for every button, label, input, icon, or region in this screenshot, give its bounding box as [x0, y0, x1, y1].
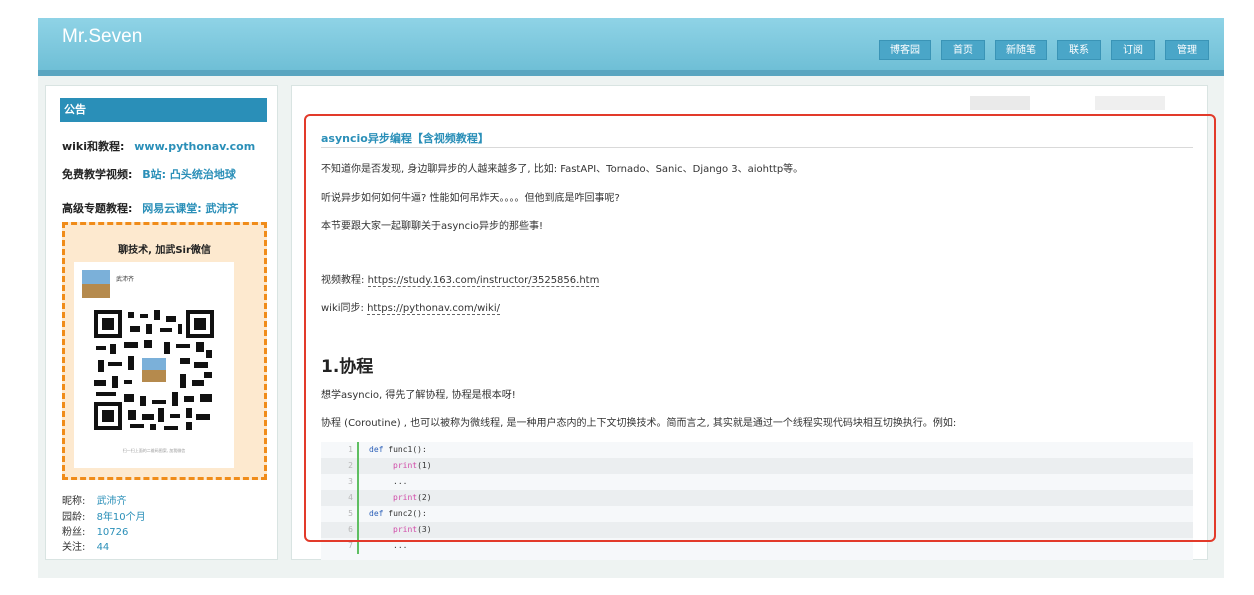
nav-new-post[interactable]: 新随笔 — [995, 40, 1047, 60]
wiki-sync-link[interactable]: https://pythonav.com/wiki/ — [367, 303, 500, 315]
line-number: 4 — [321, 490, 359, 506]
wiki-sync-label: wiki同步: — [321, 303, 368, 314]
blurred-region — [1095, 96, 1165, 110]
code-text: def func2(): — [369, 506, 427, 522]
nav-contact[interactable]: 联系 — [1057, 40, 1101, 60]
profile-value[interactable]: 10726 — [97, 527, 129, 538]
qr-footnote: 扫一扫上面的二维码图案, 加我微信 — [122, 448, 186, 453]
code-text: print(2) — [393, 490, 432, 506]
wechat-qr-panel: 聊技术, 加武Sir微信 武沛齐 扫一扫上面的二维码图案, 加我微信 — [62, 222, 267, 480]
code-text: ... — [393, 541, 408, 550]
nav-subscribe[interactable]: 订阅 — [1111, 40, 1155, 60]
code-builtin: print — [393, 493, 418, 502]
video-tutorial-link[interactable]: https://study.163.com/instructor/3525856… — [367, 275, 600, 287]
video-label: 免费教学视频: — [62, 168, 133, 181]
code-rest: func2(): — [383, 509, 427, 518]
page: Mr.Seven 博客园 首页 新随笔 联系 订阅 管理 公告 wiki和教程:… — [0, 0, 1254, 595]
code-text: print(3) — [393, 522, 432, 538]
wiki-sync-line: wiki同步: https://pythonav.com/wiki/ — [321, 299, 500, 315]
advanced-line: 高级专题教程: 网易云课堂: 武沛齐 — [62, 200, 238, 216]
nav-cnblogs[interactable]: 博客园 — [879, 40, 931, 60]
code-line: 4 print(2) — [321, 490, 1193, 506]
profile-label: 关注: — [62, 542, 86, 553]
code-line: 6 print(3) — [321, 522, 1193, 538]
line-number: 1 — [321, 442, 359, 458]
code-line: 3 ... — [321, 474, 1193, 490]
bilibili-link[interactable]: B站: 凸头统治地球 — [142, 168, 236, 181]
section-heading: 1.协程 — [321, 357, 374, 377]
video-line: 免费教学视频: B站: 凸头统治地球 — [62, 166, 236, 182]
code-line: 7 ... — [321, 538, 1193, 554]
code-keyword: def — [369, 509, 384, 518]
line-number: 7 — [321, 538, 359, 554]
code-text: def func1(): — [369, 442, 427, 458]
line-number: 6 — [321, 522, 359, 538]
qr-name: 武沛齐 — [116, 276, 135, 283]
profile-value[interactable]: 8年10个月 — [97, 512, 146, 523]
netease-link[interactable]: 网易云课堂: 武沛齐 — [142, 202, 238, 215]
code-rest: (2) — [417, 493, 432, 502]
line-number: 2 — [321, 458, 359, 474]
code-keyword: def — [369, 445, 384, 454]
profile-label: 昵称: — [62, 496, 86, 507]
qr-caption: 聊技术, 加武Sir微信 — [118, 245, 211, 256]
code-line: 2 print(1) — [321, 458, 1193, 474]
video-tutorial-line: 视频教程: https://study.163.com/instructor/3… — [321, 271, 600, 287]
profile-age: 园龄: 8年10个月 — [62, 508, 146, 523]
video-tutorial-label: 视频教程: — [321, 275, 368, 286]
profile-value[interactable]: 44 — [97, 542, 110, 553]
code-block: 1 def func1(): 2 print(1) 3 ... 4 print(… — [321, 442, 1193, 560]
paragraph: 不知道你是否发现, 身边聊异步的人越来越多了, 比如: FastAPI、Torn… — [321, 164, 804, 175]
announcement-heading: 公告 — [60, 98, 267, 122]
code-line: 1 def func1(): — [321, 442, 1193, 458]
wiki-link[interactable]: www.pythonav.com — [134, 140, 255, 153]
paragraph: 想学asyncio, 得先了解协程, 协程是根本呀! — [321, 390, 516, 401]
wiki-label: wiki和教程: — [62, 140, 125, 153]
profile-nickname: 昵称: 武沛齐 — [62, 492, 127, 507]
code-rest: (1) — [417, 461, 432, 470]
code-text: ... — [393, 477, 408, 486]
title-divider — [321, 147, 1193, 148]
line-number: 3 — [321, 474, 359, 490]
nav-home[interactable]: 首页 — [941, 40, 985, 60]
wiki-line: wiki和教程: www.pythonav.com — [62, 138, 255, 154]
paragraph: 协程 (Coroutine) , 也可以被称为微线程, 是一种用户态内的上下文切… — [321, 418, 957, 429]
top-nav: 博客园 首页 新随笔 联系 订阅 管理 — [879, 40, 1209, 60]
sidebar: 公告 wiki和教程: www.pythonav.com 免费教学视频: B站:… — [45, 85, 278, 560]
profile-label: 粉丝: — [62, 527, 86, 538]
code-line: 5 def func2(): — [321, 506, 1193, 522]
site-title[interactable]: Mr.Seven — [62, 26, 142, 48]
code-builtin: print — [393, 461, 418, 470]
profile-label: 园龄: — [62, 512, 86, 523]
post-title[interactable]: asyncio异步编程【含视频教程】 — [321, 130, 489, 146]
line-number: 5 — [321, 506, 359, 522]
nav-manage[interactable]: 管理 — [1165, 40, 1209, 60]
qr-code-image — [94, 310, 214, 430]
code-text: print(1) — [393, 458, 432, 474]
code-rest: func1(): — [383, 445, 427, 454]
code-builtin: print — [393, 525, 418, 534]
profile-following: 关注: 44 — [62, 538, 109, 553]
header-divider — [38, 70, 1224, 76]
advanced-label: 高级专题教程: — [62, 202, 133, 215]
profile-value[interactable]: 武沛齐 — [97, 496, 127, 507]
blurred-region — [970, 96, 1030, 110]
profile-fans: 粉丝: 10726 — [62, 523, 128, 538]
qr-card: 武沛齐 扫一扫上面的二维码图案, 加我微信 — [74, 262, 234, 468]
paragraph: 本节要跟大家一起聊聊关于asyncio异步的那些事! — [321, 221, 543, 232]
paragraph: 听说异步如何如何牛逼? 性能如何吊炸天。。。。但他到底是咋回事呢? — [321, 193, 620, 204]
avatar — [82, 270, 110, 298]
code-rest: (3) — [417, 525, 432, 534]
